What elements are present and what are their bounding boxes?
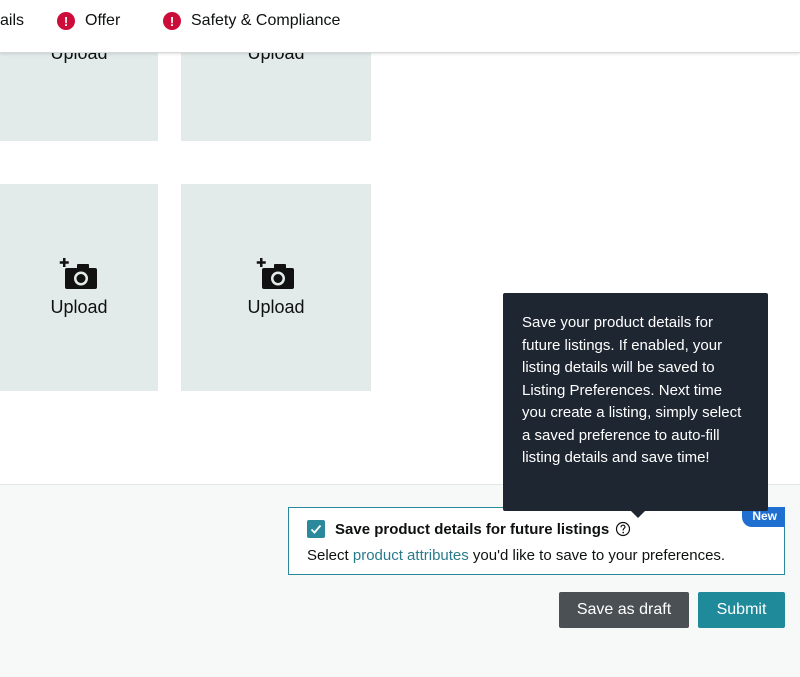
save-as-draft-button[interactable]: Save as draft <box>559 592 689 628</box>
listing-tab-bar: ails ! Offer ! Safety & Compliance <box>0 0 800 53</box>
tab-safety-compliance-label: Safety & Compliance <box>191 12 341 29</box>
upload-label: Upload <box>50 297 108 317</box>
upload-label: Upload <box>247 297 305 317</box>
tab-safety-compliance[interactable]: ! Safety & Compliance <box>163 10 340 32</box>
tab-offer[interactable]: ! Offer <box>57 10 120 32</box>
tab-details[interactable]: ails <box>0 10 24 32</box>
tab-offer-label: Offer <box>85 12 121 29</box>
upload-tile[interactable]: Upload <box>0 184 158 391</box>
upload-tile[interactable]: Upload <box>181 184 371 391</box>
tab-details-label: ails <box>0 12 25 29</box>
error-icon: ! <box>57 12 75 30</box>
submit-button[interactable]: Submit <box>698 592 785 628</box>
save-details-subtext: Select product attributes you'd like to … <box>307 547 725 564</box>
product-attributes-link[interactable]: product attributes <box>353 547 469 564</box>
save-details-title: Save product details for future listings <box>335 520 610 538</box>
save-details-row: Save product details for future listings <box>307 520 631 538</box>
tooltip-text: Save your product details for future lis… <box>522 314 742 466</box>
save-sub-prefix: Select <box>307 547 353 564</box>
save-details-tooltip: Save your product details for future lis… <box>503 293 768 518</box>
save-details-box: New Save product details for future list… <box>288 507 785 575</box>
camera-add-icon <box>59 258 97 289</box>
camera-add-icon <box>256 258 294 289</box>
save-sub-suffix: you'd like to save to your preferences. <box>468 547 726 564</box>
save-details-checkbox[interactable] <box>307 520 325 538</box>
error-icon: ! <box>163 12 181 30</box>
help-icon[interactable] <box>615 521 631 537</box>
check-icon <box>310 524 322 534</box>
